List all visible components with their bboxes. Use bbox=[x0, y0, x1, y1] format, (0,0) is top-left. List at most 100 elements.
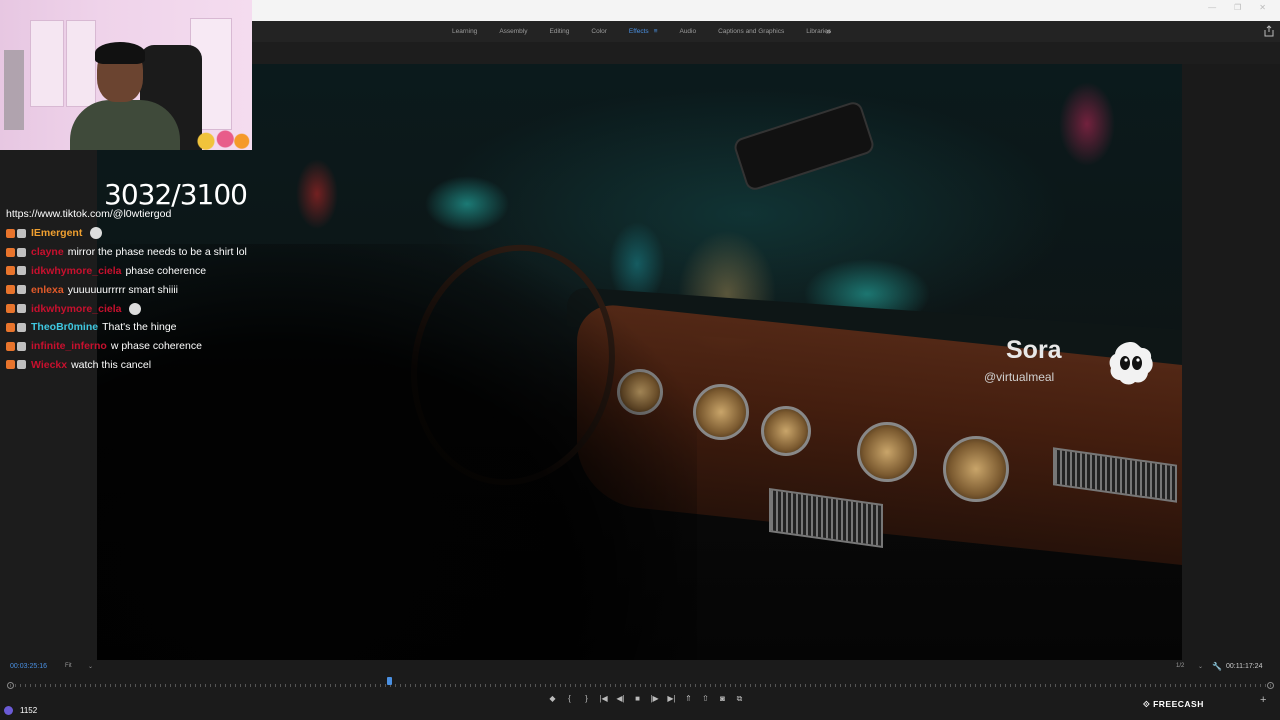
gauge-1 bbox=[693, 384, 749, 440]
chat-message: Wieckx watch this cancel bbox=[6, 356, 306, 375]
chevron-down-icon[interactable]: ⌄ bbox=[1198, 663, 1203, 670]
sora-logo-icon bbox=[1109, 342, 1153, 385]
chat-message: enlexa yuuuuuurrrrr smart shiiii bbox=[6, 280, 306, 299]
timeline-end-marker bbox=[1267, 682, 1274, 689]
chat-username[interactable]: infinite_inferno bbox=[31, 340, 107, 352]
chat-badge-icon bbox=[17, 285, 26, 295]
chat-badge-icon bbox=[6, 266, 15, 276]
webcam-shelf bbox=[4, 50, 24, 130]
minimize-icon[interactable]: — bbox=[1208, 3, 1216, 12]
viewer-count: 1152 bbox=[4, 706, 37, 715]
chat-message: infinite_inferno w phase coherence bbox=[6, 337, 306, 356]
zoom-select[interactable]: Fit bbox=[65, 663, 72, 669]
timeline-ruler[interactable] bbox=[10, 684, 1272, 687]
stop-icon[interactable]: ■ bbox=[629, 694, 646, 704]
chat-badge-icon bbox=[17, 228, 26, 238]
chat-badge-icon bbox=[17, 266, 26, 276]
resolution-select[interactable]: 1/2 bbox=[1176, 663, 1184, 669]
monitor-controls: 00:03:25:16 Fit ⌄ 1/2 ⌄ 🔧 00:11:17:24 ◆ … bbox=[0, 660, 1280, 720]
webcam-feed bbox=[0, 0, 252, 150]
timecode-current[interactable]: 00:03:25:16 bbox=[10, 663, 47, 670]
tab-color[interactable]: Color bbox=[591, 28, 607, 35]
chat-username[interactable]: clayne bbox=[31, 246, 64, 258]
camera-icon[interactable]: ◙ bbox=[714, 694, 731, 704]
chat-message: idkwhymore_ciela phase coherence bbox=[6, 262, 306, 281]
close-icon[interactable]: ✕ bbox=[1259, 3, 1266, 12]
double-chevron-right-icon[interactable]: » bbox=[826, 26, 831, 36]
maximize-icon[interactable]: ❐ bbox=[1234, 3, 1241, 12]
share-icon[interactable] bbox=[1264, 25, 1274, 37]
window-controls: — ❐ ✕ bbox=[1208, 3, 1266, 12]
add-marker-icon[interactable]: ◆ bbox=[544, 694, 561, 704]
go-to-out-icon[interactable]: ▶| bbox=[663, 694, 680, 704]
window-title-bar: — ❐ ✕ bbox=[252, 0, 1280, 21]
tab-audio[interactable]: Audio bbox=[679, 28, 696, 35]
chat-message-text: w phase coherence bbox=[110, 340, 202, 353]
chevron-down-icon[interactable]: ⌄ bbox=[88, 663, 93, 670]
chat-badge-icon bbox=[6, 322, 15, 332]
chat-message: TheoBr0mine That's the hinge bbox=[6, 318, 306, 337]
tab-editing[interactable]: Editing bbox=[550, 28, 570, 35]
chat-username[interactable]: IEmergent bbox=[31, 227, 82, 239]
chat-badge-icon bbox=[17, 304, 26, 314]
mark-in-icon[interactable]: { bbox=[561, 694, 578, 704]
chat-message-text: That's the hinge bbox=[102, 321, 177, 334]
viewer-count-value: 1152 bbox=[20, 706, 38, 715]
mark-out-icon[interactable]: } bbox=[578, 694, 595, 704]
panel-header-strip bbox=[252, 42, 1280, 64]
viewers-icon bbox=[4, 706, 13, 715]
freecash-logo-icon: ⟐ bbox=[1143, 699, 1151, 709]
workspace-menu: Learning Assembly Editing Color Effects ≡… bbox=[452, 21, 853, 42]
chat-badge-icon bbox=[17, 247, 26, 257]
chat-username[interactable]: idkwhymore_ciela bbox=[31, 303, 121, 315]
chat-badge-icon bbox=[6, 360, 15, 370]
lift-icon[interactable]: ⇑ bbox=[680, 694, 697, 704]
plus-icon[interactable]: + bbox=[1260, 694, 1266, 706]
tab-assembly[interactable]: Assembly bbox=[499, 28, 527, 35]
playhead[interactable] bbox=[386, 677, 392, 685]
menu-icon[interactable]: ≡ bbox=[654, 28, 658, 35]
chat-lines: IEmergent clayne mirror the phase needs to… bbox=[6, 224, 306, 374]
chat-message: IEmergent bbox=[6, 224, 306, 243]
extract-icon[interactable]: ⇧ bbox=[697, 694, 714, 704]
workspace-bar: Learning Assembly Editing Color Effects ≡… bbox=[252, 21, 1280, 43]
chat-badge-icon bbox=[17, 341, 26, 351]
freecash-logo: ⟐ FREECASH bbox=[1143, 699, 1204, 710]
freecash-label: FREECASH bbox=[1153, 699, 1204, 709]
rearview-mirror bbox=[731, 99, 877, 193]
tab-captions-and-graphics[interactable]: Captions and Graphics bbox=[718, 28, 784, 35]
chat-badge-icon bbox=[6, 247, 15, 257]
chat-badge-icon bbox=[17, 360, 26, 370]
chat-badge-icon bbox=[6, 304, 15, 314]
webcam-door-middle bbox=[66, 20, 96, 107]
transport-controls: ◆ { } |◀ ◀| ■ |▶ ▶| ⇑ ⇧ ◙ ⧉ bbox=[544, 694, 748, 704]
tab-learning[interactable]: Learning bbox=[452, 28, 477, 35]
chat-username[interactable]: enlexa bbox=[31, 284, 64, 296]
chat-message-text: phase coherence bbox=[125, 264, 207, 277]
gauge-2 bbox=[761, 406, 811, 456]
chat-badge-icon bbox=[6, 228, 15, 238]
step-back-icon[interactable]: ◀| bbox=[612, 694, 629, 704]
gauge-3 bbox=[857, 422, 917, 482]
watermark-handle: @virtualmeal bbox=[984, 370, 1055, 384]
chat-badge-icon bbox=[6, 341, 15, 351]
chat-username[interactable]: Wieckx bbox=[31, 359, 67, 371]
compare-icon[interactable]: ⧉ bbox=[731, 694, 748, 704]
webcam-toys bbox=[195, 128, 250, 150]
chat-message: idkwhymore_ciela bbox=[6, 299, 306, 318]
chat-message: clayne mirror the phase needs to be a shi… bbox=[6, 243, 306, 262]
go-to-in-icon[interactable]: |◀ bbox=[595, 694, 612, 704]
chat-username[interactable]: idkwhymore_ciela bbox=[31, 265, 121, 277]
chat-emote-icon bbox=[129, 302, 142, 315]
chat-message-text: watch this cancel bbox=[71, 358, 152, 371]
tab-effects-label: Effects bbox=[628, 28, 649, 35]
chat-link[interactable]: https://www.tiktok.com/@l0wtiergod bbox=[6, 208, 306, 220]
chat-username[interactable]: TheoBr0mine bbox=[31, 321, 98, 333]
tab-effects[interactable]: Effects ≡ bbox=[629, 28, 658, 35]
watermark-title: Sora bbox=[1006, 336, 1062, 364]
progress-counter: 3032/3100 bbox=[104, 178, 248, 211]
wrench-icon[interactable]: 🔧 bbox=[1212, 662, 1222, 671]
timecode-total: 00:11:17:24 bbox=[1226, 663, 1263, 670]
step-forward-icon[interactable]: |▶ bbox=[646, 694, 663, 704]
chat-message-text: yuuuuuurrrrr smart shiiii bbox=[67, 283, 178, 296]
